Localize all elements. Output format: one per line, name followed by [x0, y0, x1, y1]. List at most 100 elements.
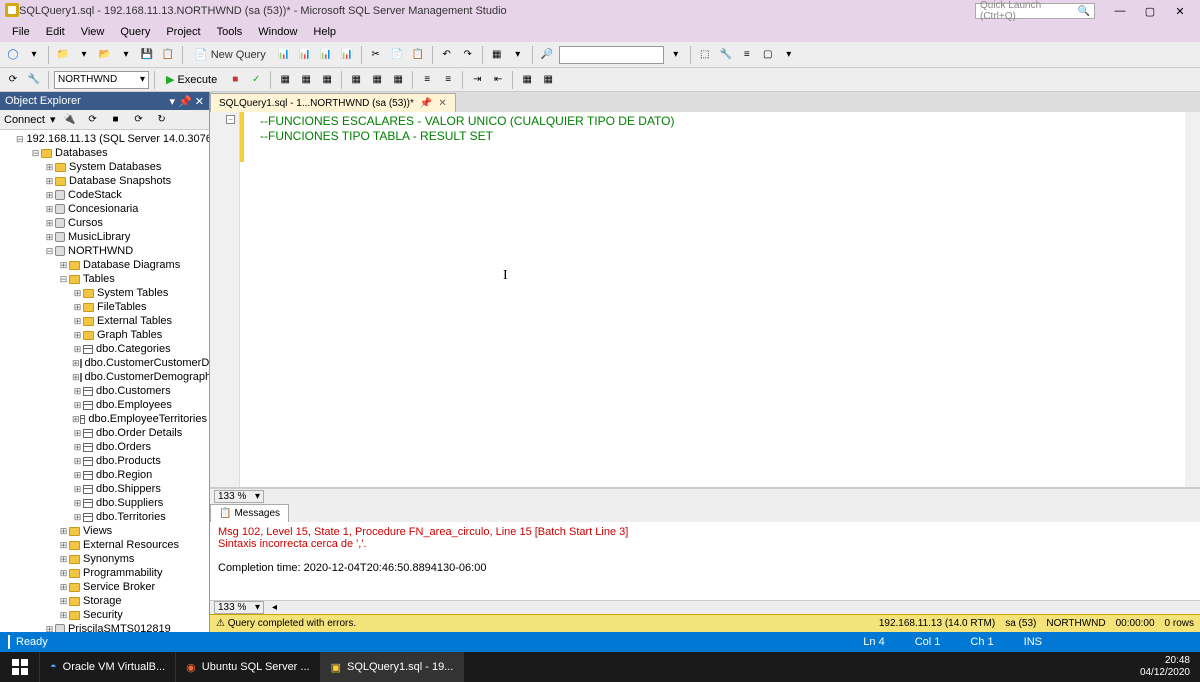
- tool-icon[interactable]: ⟳: [4, 71, 22, 89]
- messages-tab[interactable]: 📋 Messages: [210, 504, 289, 522]
- table-node[interactable]: dbo.Employees: [96, 398, 172, 412]
- cut-icon[interactable]: ✂: [367, 46, 385, 64]
- forward-dropdown-icon[interactable]: ▾: [25, 46, 43, 64]
- menu-view[interactable]: View: [74, 24, 112, 40]
- tree-item[interactable]: Storage: [83, 594, 122, 608]
- dropdown-icon[interactable]: ▾: [75, 46, 93, 64]
- filter-icon[interactable]: ■: [107, 111, 125, 129]
- outdent-icon[interactable]: ⇤: [489, 71, 507, 89]
- db-node[interactable]: NORTHWND: [68, 244, 133, 258]
- table-node[interactable]: dbo.Shippers: [96, 482, 161, 496]
- outline-toggle-icon[interactable]: −: [226, 115, 235, 124]
- copy-icon[interactable]: 📄: [388, 46, 406, 64]
- dropdown-icon[interactable]: ▾: [509, 46, 527, 64]
- save-icon[interactable]: 💾: [138, 46, 156, 64]
- uncomment-icon[interactable]: ≡: [439, 71, 457, 89]
- tree-item[interactable]: System Databases: [69, 160, 161, 174]
- maximize-button[interactable]: ▢: [1135, 2, 1165, 20]
- filter-icon[interactable]: ↻: [153, 111, 171, 129]
- paste-icon[interactable]: 📋: [409, 46, 427, 64]
- quick-launch-input[interactable]: Quick Launch (Ctrl+Q) 🔍: [975, 3, 1095, 19]
- tool-icon[interactable]: 🔧: [25, 71, 43, 89]
- table-node[interactable]: dbo.Categories: [96, 342, 171, 356]
- taskbar-item[interactable]: ◓ Oracle VM VirtualB...: [40, 652, 176, 682]
- db-node[interactable]: Cursos: [68, 216, 103, 230]
- find-icon[interactable]: 🔎: [538, 46, 556, 64]
- tree-item[interactable]: FileTables: [97, 300, 147, 314]
- code-editor[interactable]: − --FUNCIONES ESCALARES - VALOR UNICO (C…: [210, 112, 1200, 488]
- tree-item[interactable]: Graph Tables: [97, 328, 162, 342]
- comment-icon[interactable]: ≡: [418, 71, 436, 89]
- menu-tools[interactable]: Tools: [210, 24, 250, 40]
- tool-icon[interactable]: ⬚: [696, 46, 714, 64]
- minimize-button[interactable]: —: [1105, 2, 1135, 20]
- tool-icon[interactable]: ▢: [759, 46, 777, 64]
- table-node[interactable]: dbo.Territories: [96, 510, 166, 524]
- tree-item[interactable]: Views: [83, 524, 112, 538]
- vertical-scrollbar[interactable]: [1185, 112, 1200, 487]
- table-node[interactable]: dbo.Suppliers: [96, 496, 163, 510]
- tree-item[interactable]: System Tables: [97, 286, 168, 300]
- filter-icon[interactable]: 🔌: [61, 111, 79, 129]
- tool-icon[interactable]: ▦: [539, 71, 557, 89]
- editor-tab[interactable]: SQLQuery1.sql - 1...NORTHWND (sa (53))* …: [210, 93, 456, 112]
- taskbar-item[interactable]: ◉ Ubuntu SQL Server ...: [176, 652, 320, 682]
- db-node[interactable]: CodeStack: [68, 188, 122, 202]
- tree-item[interactable]: Service Broker: [83, 580, 155, 594]
- tab-pin-icon[interactable]: 📌: [420, 98, 432, 109]
- menu-file[interactable]: File: [5, 24, 37, 40]
- plan-icon[interactable]: ▦: [318, 71, 336, 89]
- execute-button[interactable]: ▶ Execute: [160, 71, 223, 88]
- tool-icon[interactable]: ≡: [738, 46, 756, 64]
- tab-close-icon[interactable]: ✕: [438, 98, 446, 109]
- database-selector[interactable]: NORTHWND▾: [54, 71, 149, 89]
- menu-window[interactable]: Window: [251, 24, 304, 40]
- table-node[interactable]: dbo.Order Details: [96, 426, 182, 440]
- dropdown-icon[interactable]: ▾: [667, 46, 685, 64]
- tool-icon[interactable]: ▦: [518, 71, 536, 89]
- folder-icon[interactable]: 📁: [54, 46, 72, 64]
- taskbar-item[interactable]: ▣ SQLQuery1.sql - 19...: [321, 652, 465, 682]
- search-combo[interactable]: [559, 46, 664, 64]
- menu-project[interactable]: Project: [159, 24, 207, 40]
- close-icon[interactable]: ✕: [195, 96, 204, 108]
- save-all-icon[interactable]: 📋: [159, 46, 177, 64]
- menu-edit[interactable]: Edit: [39, 24, 72, 40]
- query-type-icon[interactable]: 📊: [338, 46, 356, 64]
- close-button[interactable]: ✕: [1165, 2, 1195, 20]
- plan-icon[interactable]: ▦: [297, 71, 315, 89]
- indent-icon[interactable]: ⇥: [468, 71, 486, 89]
- table-node[interactable]: dbo.CustomerDemographics: [85, 370, 209, 384]
- new-query-button[interactable]: 📄 New Query: [188, 46, 272, 63]
- tree-item[interactable]: Tables: [83, 272, 115, 286]
- plan-icon[interactable]: ▦: [276, 71, 294, 89]
- tree-item[interactable]: Synonyms: [83, 552, 134, 566]
- table-node[interactable]: dbo.Products: [96, 454, 161, 468]
- connect-button[interactable]: Connect: [4, 114, 45, 126]
- query-type-icon[interactable]: 📊: [317, 46, 335, 64]
- query-type-icon[interactable]: 📊: [296, 46, 314, 64]
- dropdown-icon[interactable]: ▾: [117, 46, 135, 64]
- object-explorer-tree[interactable]: ⊟192.168.11.13 (SQL Server 14.0.3076.1 -…: [0, 130, 209, 632]
- start-button[interactable]: [0, 652, 40, 682]
- databases-node[interactable]: Databases: [55, 146, 108, 160]
- dropdown-icon[interactable]: ▾: [780, 46, 798, 64]
- tree-item[interactable]: External Resources: [83, 538, 179, 552]
- undo-icon[interactable]: ↶: [438, 46, 456, 64]
- back-icon[interactable]: ◯: [4, 46, 22, 64]
- menu-query[interactable]: Query: [113, 24, 157, 40]
- menu-help[interactable]: Help: [306, 24, 343, 40]
- zoom-selector[interactable]: 133 %▾: [214, 490, 264, 503]
- db-node[interactable]: PriscilaSMTS012819: [68, 622, 171, 632]
- table-node[interactable]: dbo.EmployeeTerritories: [88, 412, 207, 426]
- results-icon[interactable]: ▦: [368, 71, 386, 89]
- tree-item[interactable]: Security: [83, 608, 123, 622]
- table-node[interactable]: dbo.Orders: [96, 440, 151, 454]
- messages-output[interactable]: Msg 102, Level 15, State 1, Procedure FN…: [210, 522, 1200, 600]
- table-node[interactable]: dbo.CustomerCustomerDemo: [85, 356, 209, 370]
- query-type-icon[interactable]: 📊: [275, 46, 293, 64]
- grid-icon[interactable]: ▦: [488, 46, 506, 64]
- results-icon[interactable]: ▦: [389, 71, 407, 89]
- pin-icon[interactable]: ▾ 📌: [169, 96, 191, 108]
- open-icon[interactable]: 📂: [96, 46, 114, 64]
